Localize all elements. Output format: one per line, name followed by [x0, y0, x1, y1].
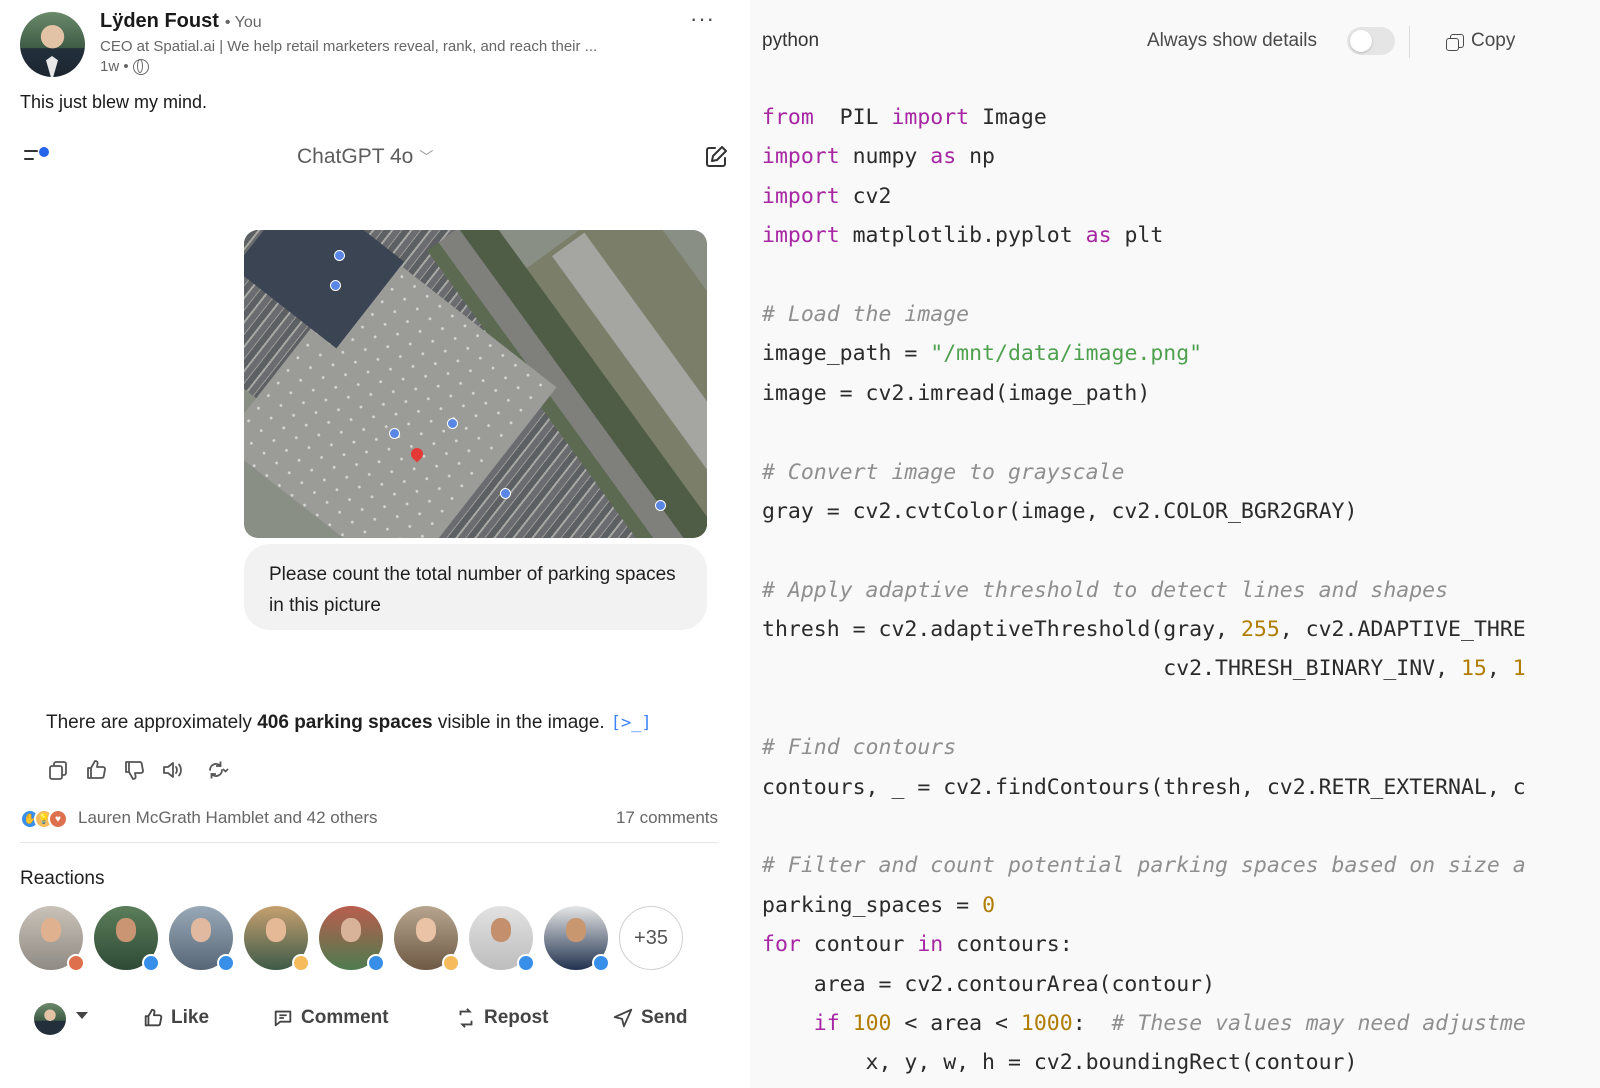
code-line: # Convert image to grayscale: [762, 459, 1125, 485]
code-line: import matplotlib.pyplot as plt: [762, 223, 1164, 249]
chevron-down-icon: ﹀: [419, 149, 434, 165]
aerial-parking-lot-image[interactable]: [244, 230, 707, 538]
reactor-avatar[interactable]: [394, 906, 460, 972]
user-prompt-bubble: Please count the total number of parking…: [244, 544, 707, 630]
reactors-text[interactable]: Lauren McGrath Hamblet and 42 others: [78, 808, 378, 828]
model-selector[interactable]: ChatGPT 4o ﹀: [297, 145, 433, 169]
code-line: image = cv2.imread(image_path): [762, 380, 1151, 406]
view-code-icon[interactable]: [>_]: [611, 713, 652, 733]
thumbs-down-icon[interactable]: [122, 758, 146, 782]
code-line: import cv2: [762, 183, 892, 209]
code-panel-header: python Always show details Copy: [750, 0, 1600, 82]
sidebar-toggle-icon[interactable]: [24, 147, 52, 167]
send-label: Send: [641, 1007, 688, 1028]
send-button[interactable]: Send: [612, 1007, 687, 1029]
code-line: if 100 < area < 1000: # These values may…: [813, 1010, 1526, 1036]
code-line: gray = cv2.cvtColor(image, cv2.COLOR_BGR…: [762, 498, 1358, 524]
author-headline: CEO at Spatial.ai | We help retail marke…: [100, 38, 598, 55]
code-block[interactable]: from PIL import Image import numpy as np i…: [762, 98, 1526, 1083]
code-line: cv2.THRESH_BINARY_INV, 15, 1: [762, 656, 1526, 682]
author-name[interactable]: Lÿden Foust: [100, 10, 219, 33]
code-line: thresh = cv2.adaptiveThreshold(gray, 255…: [762, 617, 1526, 643]
copy-label: Copy: [1471, 30, 1516, 51]
author-avatar[interactable]: [20, 12, 85, 77]
model-name: ChatGPT 4o: [297, 145, 414, 168]
reactor-avatar[interactable]: [544, 906, 610, 972]
copy-icon[interactable]: [46, 758, 70, 782]
like-label: Like: [171, 1007, 210, 1028]
thumbs-up-icon[interactable]: [84, 758, 108, 782]
love-reaction-icon: ♥: [48, 809, 68, 829]
reactor-avatars: +35: [19, 906, 683, 972]
repost-button[interactable]: Repost: [455, 1007, 548, 1029]
linkedin-post: Lÿden Foust • You CEO at Spatial.ai | We…: [0, 0, 750, 1088]
reactor-avatar[interactable]: [244, 906, 310, 972]
code-line: area = cv2.contourArea(contour): [762, 971, 1216, 997]
author-you-label: • You: [224, 14, 262, 31]
reactor-avatar[interactable]: [169, 906, 235, 972]
actor-avatar[interactable]: [34, 1003, 66, 1035]
answer-text: There are approximately: [46, 712, 258, 733]
more-options-icon[interactable]: ···: [690, 6, 715, 32]
reactor-avatar[interactable]: [469, 906, 535, 972]
send-icon: [613, 1008, 633, 1028]
code-line: # Find contours: [762, 735, 957, 761]
reaction-emoji-stack: ✋ 💡 ♥: [20, 809, 68, 829]
code-line: for contour in contours:: [762, 932, 1073, 958]
regenerate-icon[interactable]: [198, 758, 236, 782]
reactions-summary[interactable]: ✋ 💡 ♥ Lauren McGrath Hamblet and 42 othe…: [20, 808, 718, 830]
code-language: python: [762, 30, 820, 51]
code-line: parking_spaces = 0: [762, 892, 996, 918]
answer-text-end: visible in the image.: [432, 712, 605, 733]
code-line: import numpy as np: [762, 144, 996, 170]
always-show-details-toggle[interactable]: [1347, 27, 1395, 55]
more-reactors-button[interactable]: +35: [619, 906, 683, 970]
copy-code-button[interactable]: Copy: [1446, 30, 1516, 52]
new-chat-icon[interactable]: [703, 144, 729, 170]
post-text: This just blew my mind.: [20, 92, 208, 112]
author-row: Lÿden Foust • You: [100, 10, 262, 33]
header-separator: [1409, 26, 1410, 58]
code-line: # Load the image: [762, 301, 970, 327]
code-line: # Filter and count potential parking spa…: [762, 853, 1526, 879]
code-line: # Apply adaptive threshold to detect lin…: [762, 577, 1449, 603]
copy-icon: [1446, 34, 1464, 51]
globe-icon: [132, 58, 149, 75]
repost-icon: [459, 1008, 473, 1028]
post-time: 1w •: [100, 58, 129, 75]
code-panel: python Always show details Copy from PIL…: [750, 0, 1600, 1088]
code-line: contours, _ = cv2.findContours(thresh, c…: [762, 774, 1526, 800]
assistant-answer: There are approximately 406 parking spac…: [46, 712, 652, 734]
reactor-avatar[interactable]: [19, 906, 85, 972]
always-show-details-label: Always show details: [1147, 30, 1318, 51]
read-aloud-icon[interactable]: [160, 758, 184, 782]
comment-button[interactable]: Comment: [272, 1007, 389, 1029]
reactor-avatar[interactable]: [94, 906, 160, 972]
divider: [20, 842, 718, 843]
comment-label: Comment: [301, 1007, 389, 1028]
like-icon: [144, 1008, 163, 1027]
post-meta: 1w •: [100, 58, 149, 75]
answer-count: 406 parking spaces: [257, 712, 433, 733]
reactor-avatar[interactable]: [319, 906, 385, 972]
like-button[interactable]: Like: [142, 1007, 209, 1029]
post-action-bar: Like Comment Repost Send: [0, 1000, 750, 1040]
code-line: image_path = "/mnt/data/image.png": [762, 341, 1203, 367]
code-line: from PIL import Image: [762, 105, 1047, 130]
code-line: x, y, w, h = cv2.boundingRect(contour): [762, 1050, 1358, 1076]
repost-label: Repost: [484, 1007, 549, 1028]
comments-count[interactable]: 17 comments: [616, 808, 718, 828]
reactions-heading: Reactions: [20, 868, 105, 889]
caret-down-icon[interactable]: [76, 1012, 88, 1019]
message-actions: [46, 758, 236, 782]
comment-icon: [274, 1010, 292, 1027]
